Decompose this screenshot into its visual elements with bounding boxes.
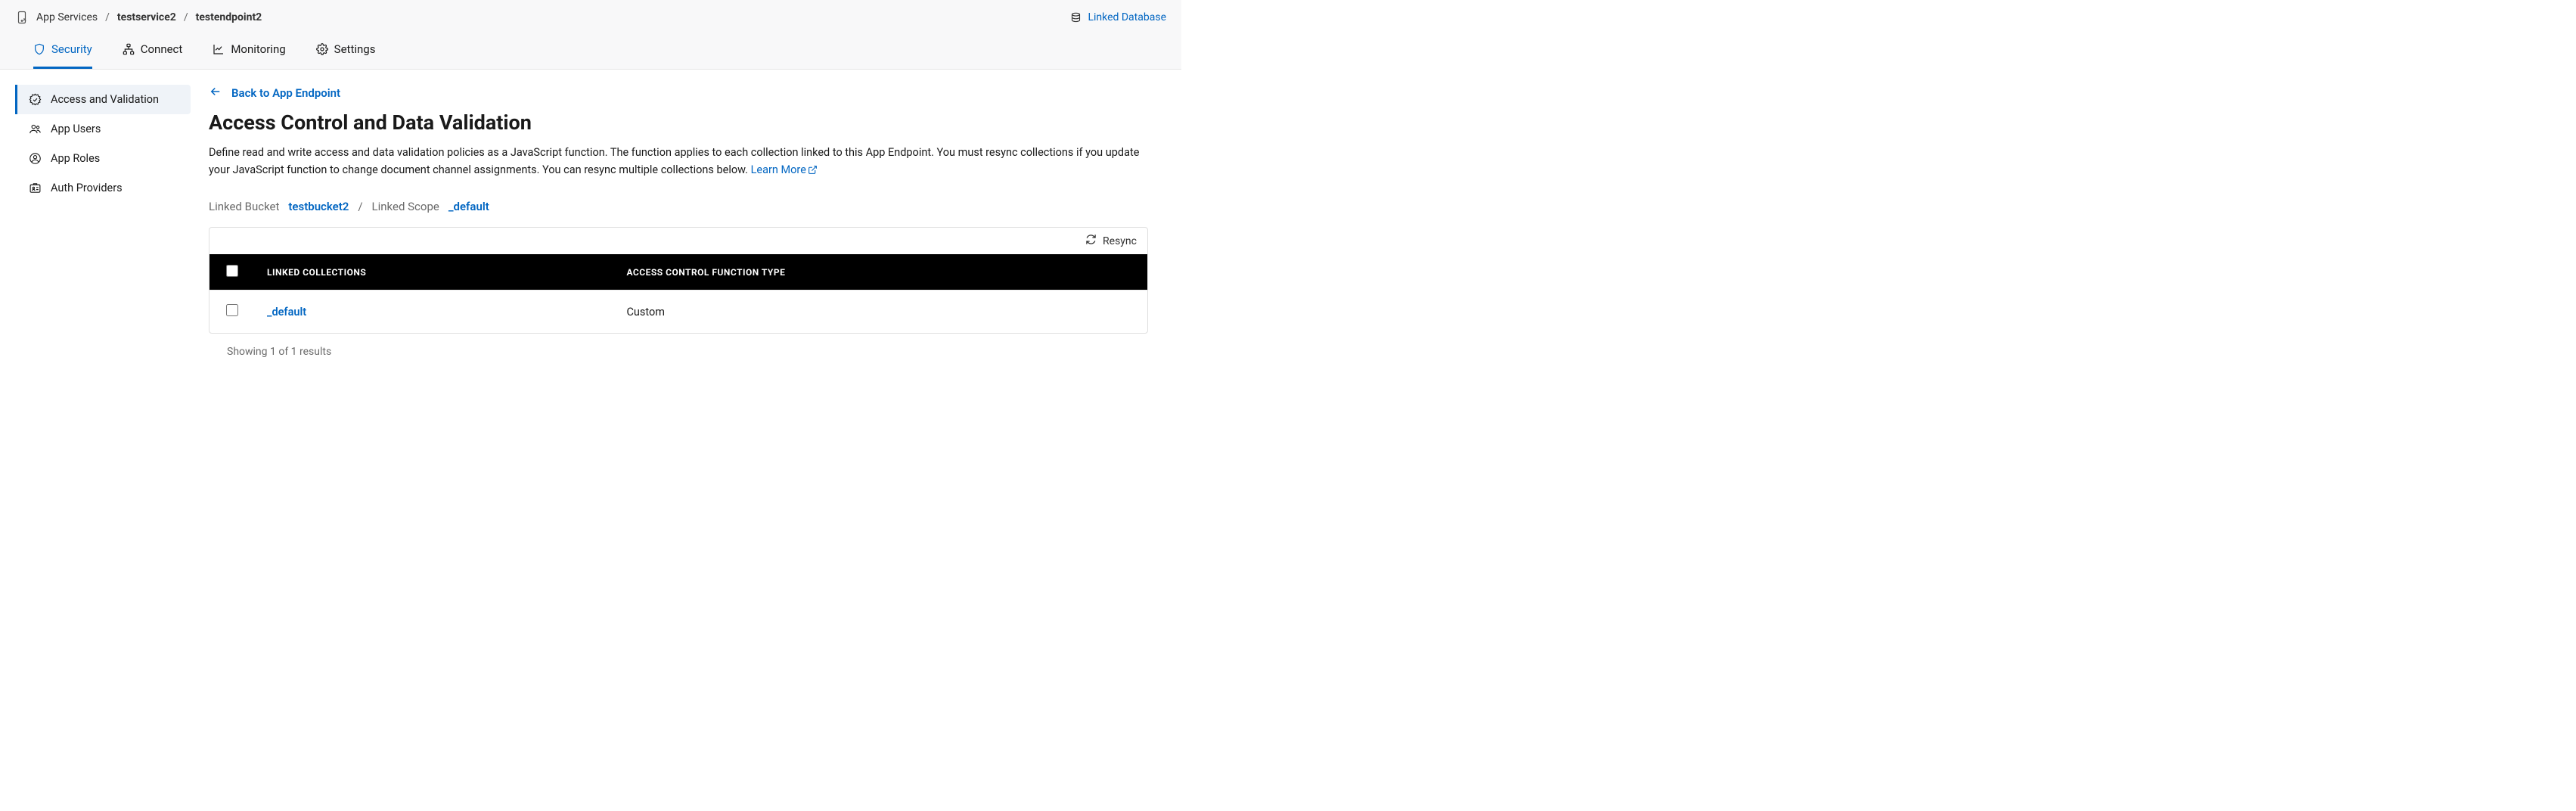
arrow-left-icon (209, 85, 222, 101)
chart-icon (213, 43, 225, 55)
linked-database-link[interactable]: Linked Database (1070, 11, 1166, 23)
top-tabs: Security Connect Monitoring (15, 32, 1166, 69)
sidebar-item-access-validation[interactable]: Access and Validation (15, 85, 191, 114)
back-to-endpoint-link[interactable]: Back to App Endpoint (209, 85, 1148, 101)
collections-table-card: Resync LINKED COLLECTIONS ACCESS CONTROL… (209, 227, 1148, 334)
breadcrumb-separator: / (105, 11, 110, 23)
sidebar-item-app-users[interactable]: App Users (15, 114, 191, 144)
refresh-icon (1085, 234, 1097, 248)
results-footer: Showing 1 of 1 results (209, 334, 1148, 358)
tab-security[interactable]: Security (33, 35, 92, 69)
shield-icon (33, 43, 45, 55)
tab-monitoring[interactable]: Monitoring (213, 35, 285, 69)
breadcrumb: App Services / testservice2 / testendpoi… (15, 11, 262, 24)
col-header-access-type: ACCESS CONTROL FUNCTION TYPE (614, 254, 1147, 291)
linked-scope-label: Linked Scope (372, 200, 439, 213)
gear-icon (316, 43, 328, 55)
page-description-text: Define read and write access and data va… (209, 146, 1139, 176)
tab-label: Security (51, 42, 92, 56)
breadcrumb-separator: / (184, 11, 188, 23)
check-badge-icon (28, 93, 42, 106)
collection-link[interactable]: _default (267, 306, 306, 318)
linked-bucket-label: Linked Bucket (209, 200, 279, 213)
sidebar-label: Access and Validation (51, 93, 159, 106)
tab-settings[interactable]: Settings (316, 35, 376, 69)
resync-label: Resync (1103, 235, 1137, 247)
linked-bucket-value[interactable]: testbucket2 (288, 200, 349, 213)
page-title: Access Control and Data Validation (209, 110, 1148, 135)
user-circle-icon (28, 152, 42, 165)
learn-more-label: Learn More (751, 163, 806, 176)
tab-label: Monitoring (231, 42, 285, 56)
tab-connect[interactable]: Connect (123, 35, 183, 69)
back-label: Back to App Endpoint (231, 86, 340, 100)
row-checkbox[interactable] (226, 304, 238, 316)
tab-label: Connect (141, 42, 183, 56)
sidebar-label: Auth Providers (51, 182, 123, 194)
learn-more-link[interactable]: Learn More (751, 163, 818, 176)
col-header-linked-collections: LINKED COLLECTIONS (255, 254, 614, 291)
sidebar: Access and Validation App Users App Role… (0, 85, 191, 358)
sidebar-label: App Roles (51, 152, 100, 165)
breadcrumb-service[interactable]: testservice2 (117, 11, 176, 23)
access-type-cell: Custom (614, 291, 1147, 334)
page-description: Define read and write access and data va… (209, 144, 1148, 179)
users-icon (28, 123, 42, 135)
resync-button[interactable]: Resync (1085, 234, 1137, 248)
id-card-icon (28, 182, 42, 194)
sidebar-item-app-roles[interactable]: App Roles (15, 144, 191, 173)
breadcrumb-endpoint[interactable]: testendpoint2 (196, 11, 262, 23)
table-row: _default Custom (209, 291, 1147, 334)
context-separator: / (358, 200, 362, 213)
mobile-device-icon (15, 11, 29, 24)
database-icon (1070, 12, 1082, 23)
linked-context-row: Linked Bucket testbucket2 / Linked Scope… (209, 200, 1148, 213)
external-link-icon (808, 165, 818, 175)
network-icon (123, 43, 135, 55)
select-all-checkbox[interactable] (226, 265, 238, 277)
breadcrumb-root[interactable]: App Services (36, 11, 98, 23)
sidebar-label: App Users (51, 123, 101, 135)
sidebar-item-auth-providers[interactable]: Auth Providers (15, 173, 191, 203)
linked-scope-value[interactable]: _default (448, 200, 489, 213)
linked-database-label: Linked Database (1088, 11, 1166, 23)
tab-label: Settings (334, 42, 376, 56)
collections-table: LINKED COLLECTIONS ACCESS CONTROL FUNCTI… (209, 254, 1147, 333)
